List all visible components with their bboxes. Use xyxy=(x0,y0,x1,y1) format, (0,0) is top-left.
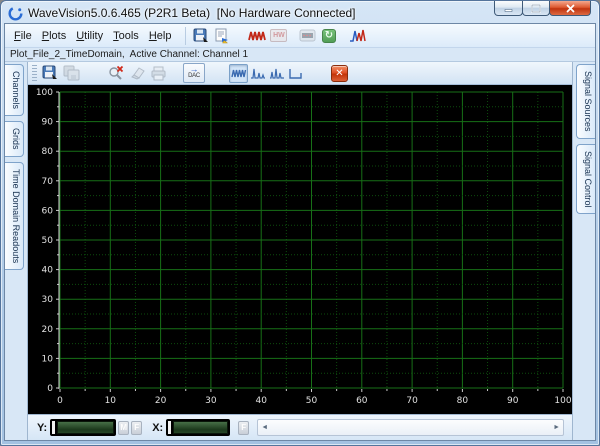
svg-text:100: 100 xyxy=(554,396,571,406)
svg-text:60: 60 xyxy=(42,206,54,216)
y-readout-label: Y: xyxy=(37,422,47,434)
lcd-strip xyxy=(168,421,171,434)
close-icon xyxy=(566,4,575,13)
svg-text:10: 10 xyxy=(105,396,117,406)
dac-button[interactable]: → DAC xyxy=(183,63,205,83)
tab-signal-sources[interactable]: Signal Sources xyxy=(576,64,595,139)
readout-bar: Y: M F X: F ◄ ► xyxy=(28,414,572,440)
svg-text:80: 80 xyxy=(42,147,54,157)
zoom-cancel-icon[interactable] xyxy=(107,64,126,82)
svg-text:50: 50 xyxy=(42,236,54,246)
plot-panel: → DAC ✕ xyxy=(27,62,573,440)
dac-label: DAC xyxy=(188,73,200,80)
menu-help[interactable]: Help xyxy=(144,27,177,45)
waveform-chart: 0 10 20 30 40 50 60 70 80 90 100 0 10 20 30 40 50 60 70 80 9… xyxy=(28,85,572,414)
window-controls xyxy=(495,1,591,16)
save-capture-icon[interactable] xyxy=(192,27,211,45)
x-readout-label: X: xyxy=(152,422,163,434)
close-plot-button[interactable]: ✕ xyxy=(331,65,348,82)
tab-channels[interactable]: Channels xyxy=(5,64,24,116)
save-all-icon[interactable] xyxy=(62,64,81,82)
y-m-button[interactable]: M xyxy=(118,421,129,435)
minimize-icon xyxy=(504,4,513,13)
refresh-glyph: ↻ xyxy=(322,29,336,43)
spectrum-icon xyxy=(250,67,266,80)
save-plot-icon[interactable] xyxy=(41,64,60,82)
toolbar-separator xyxy=(185,27,186,45)
menu-tools[interactable]: Tools xyxy=(108,27,144,45)
svg-text:40: 40 xyxy=(255,396,267,406)
plot-area[interactable]: 0 10 20 30 40 50 60 70 80 90 100 0 10 20 30 40 50 60 70 80 9… xyxy=(28,85,572,414)
svg-text:50: 50 xyxy=(306,396,318,406)
svg-text:80: 80 xyxy=(457,396,469,406)
lcd-strip xyxy=(52,421,55,434)
time-domain-view-button[interactable] xyxy=(229,64,248,83)
tab-time-domain-readouts[interactable]: Time Domain Readouts xyxy=(5,162,24,270)
svg-text:60: 60 xyxy=(356,396,368,406)
analysis-icon[interactable] xyxy=(348,27,367,45)
plot-status-text: Plot_File_2_TimeDomain, Active Channel: … xyxy=(5,48,595,62)
sine-wave-icon xyxy=(231,67,247,80)
svg-text:100: 100 xyxy=(36,88,53,98)
svg-text:40: 40 xyxy=(42,266,54,276)
svg-text:20: 20 xyxy=(155,396,167,406)
step-view-button[interactable] xyxy=(286,64,305,83)
x-f-button[interactable]: F xyxy=(238,421,249,435)
svg-text:0: 0 xyxy=(57,396,63,406)
menu-utility[interactable]: Utility xyxy=(71,27,108,45)
plot-toolbar: → DAC ✕ xyxy=(28,62,572,85)
scroll-right-icon[interactable]: ► xyxy=(553,420,560,435)
titlebar[interactable]: WaveVision5.0.6.465 (P2R1 Beta) [No Hard… xyxy=(1,1,599,23)
svg-text:30: 30 xyxy=(42,295,54,305)
svg-text:70: 70 xyxy=(42,177,54,187)
histogram-view-button[interactable] xyxy=(267,64,286,83)
client-area: File Plots Utility Tools Help HW xyxy=(4,23,596,441)
app-window: WaveVision5.0.6.465 (P2R1 Beta) [No Hard… xyxy=(0,0,600,446)
scroll-left-icon[interactable]: ◄ xyxy=(261,420,268,435)
signal-waves-icon[interactable] xyxy=(248,27,267,45)
print-icon[interactable] xyxy=(149,64,168,82)
window-title: WaveVision5.0.6.465 (P2R1 Beta) [No Hard… xyxy=(28,6,356,20)
maximize-icon xyxy=(531,4,541,13)
hardware-icon[interactable]: HW xyxy=(269,27,288,45)
hw-label: HW xyxy=(270,29,287,42)
svg-text:90: 90 xyxy=(507,396,519,406)
fft-view-button[interactable] xyxy=(248,64,267,83)
plot-horizontal-scrollbar[interactable]: ◄ ► xyxy=(257,419,564,436)
menubar: File Plots Utility Tools Help HW xyxy=(5,24,595,48)
svg-text:0: 0 xyxy=(47,384,53,394)
workspace: Channels Grids Time Domain Readouts xyxy=(5,62,595,440)
export-report-icon[interactable] xyxy=(213,27,232,45)
tab-grids[interactable]: Grids xyxy=(5,121,24,157)
dac-arrow-icon: → xyxy=(190,66,199,73)
menu-file[interactable]: File xyxy=(9,27,37,45)
erase-icon[interactable] xyxy=(128,64,147,82)
svg-text:30: 30 xyxy=(205,396,217,406)
toolbar-grip[interactable] xyxy=(32,65,37,81)
refresh-icon[interactable]: ↻ xyxy=(319,27,338,45)
svg-text:90: 90 xyxy=(42,118,54,128)
menu-plots[interactable]: Plots xyxy=(37,27,71,45)
svg-text:10: 10 xyxy=(42,354,54,364)
right-tab-strip: Signal Sources Signal Control xyxy=(573,62,595,440)
svg-text:70: 70 xyxy=(406,396,418,406)
x-readout-value xyxy=(173,421,228,434)
left-tab-strip: Channels Grids Time Domain Readouts xyxy=(5,62,27,440)
tab-signal-control[interactable]: Signal Control xyxy=(576,144,595,215)
y-f-button[interactable]: F xyxy=(131,421,142,435)
step-icon xyxy=(288,67,304,80)
maximize-button[interactable] xyxy=(522,1,550,16)
x-readout-display xyxy=(166,419,230,436)
histogram-icon xyxy=(269,67,285,80)
minimize-button[interactable] xyxy=(494,1,523,16)
app-icon xyxy=(8,6,23,21)
y-readout-display xyxy=(50,419,116,436)
svg-text:20: 20 xyxy=(42,325,54,335)
y-readout-value xyxy=(57,421,114,434)
close-button[interactable] xyxy=(549,1,591,16)
capture-settings-icon[interactable] xyxy=(298,27,317,45)
